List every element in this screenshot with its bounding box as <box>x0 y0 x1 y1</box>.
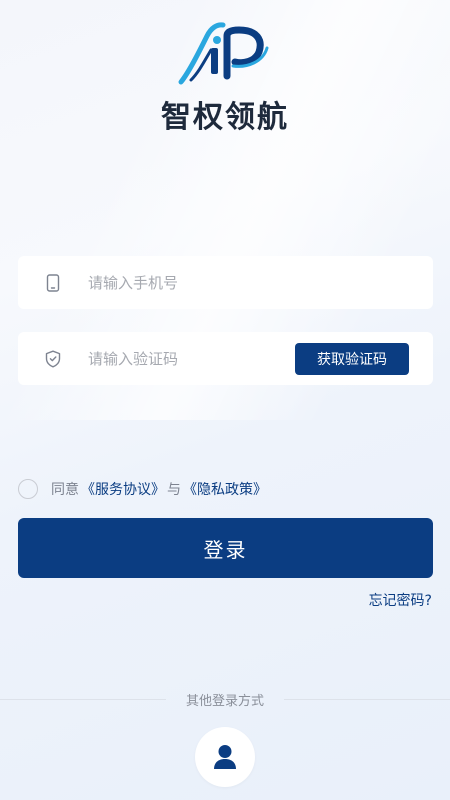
logo-mark-icon <box>178 22 269 85</box>
account-login-button[interactable] <box>195 727 255 787</box>
app-title: 智权领航 <box>161 100 289 135</box>
agreement-checkbox[interactable] <box>18 479 38 499</box>
forgot-password-link[interactable]: 忘记密码? <box>369 590 432 610</box>
agreement-prefix: 同意 <box>51 482 79 498</box>
phone-field <box>18 256 433 309</box>
get-code-button[interactable]: 获取验证码 <box>295 343 409 375</box>
other-login-label: 其他登录方式 <box>185 693 264 709</box>
code-field: 获取验证码 <box>18 332 433 385</box>
phone-input[interactable] <box>88 256 433 309</box>
login-button[interactable]: 登录 <box>18 518 433 578</box>
other-login-divider: 其他登录方式 <box>0 688 450 710</box>
agreement-joiner: 与 <box>167 482 181 498</box>
agreement-row: 同意 《服务协议》 与 《隐私政策》 <box>18 479 267 499</box>
shield-icon <box>18 350 88 368</box>
privacy-policy-link[interactable]: 《隐私政策》 <box>183 479 267 499</box>
phone-icon <box>18 273 88 292</box>
service-agreement-link[interactable]: 《服务协议》 <box>81 479 165 499</box>
divider-line-right <box>284 699 450 700</box>
divider-line-left <box>0 699 166 700</box>
app-logo: 智权领航 <box>0 22 450 142</box>
user-icon <box>214 745 236 769</box>
